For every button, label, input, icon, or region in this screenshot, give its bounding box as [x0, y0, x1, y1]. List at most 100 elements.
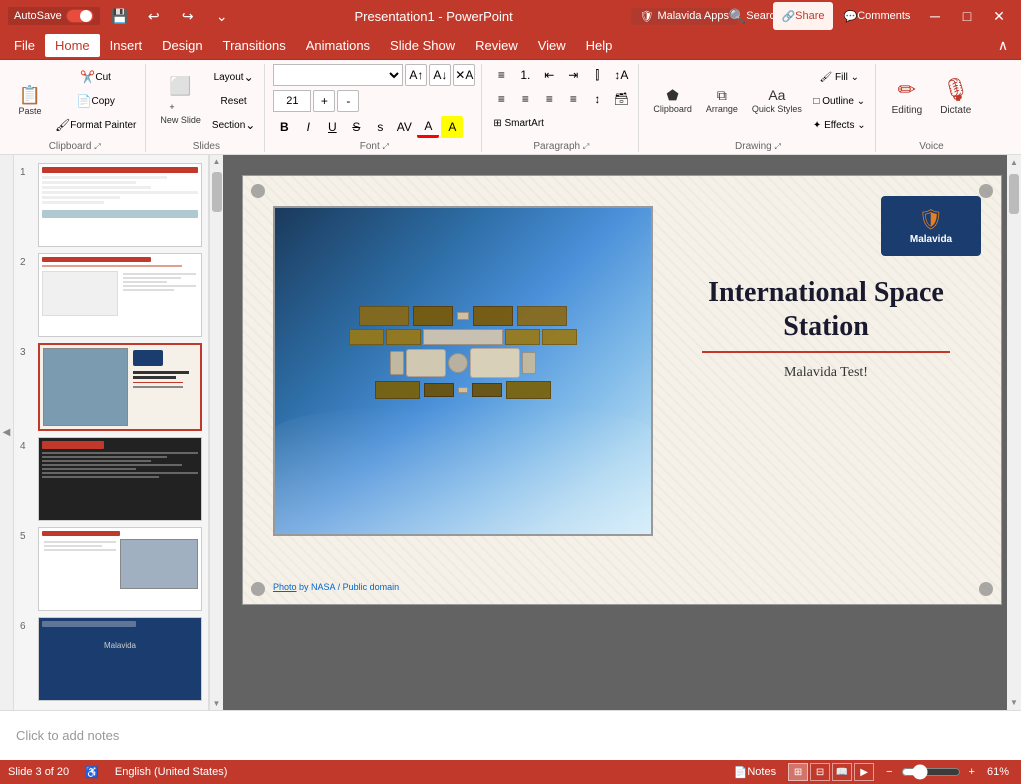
autosave-badge[interactable]: AutoSave: [8, 7, 100, 25]
autosave-toggle[interactable]: [66, 9, 94, 23]
menu-review[interactable]: Review: [465, 34, 528, 57]
editing-button[interactable]: ✏ Editing: [884, 73, 931, 130]
quick-styles-button[interactable]: Aa Quick Styles: [746, 84, 808, 118]
font-color-button[interactable]: A: [417, 116, 439, 138]
slide-thumb-4[interactable]: 4: [20, 437, 202, 521]
shapes-button[interactable]: ⬟ Clipboard: [647, 84, 698, 118]
undo-button[interactable]: ↩: [140, 2, 168, 30]
slide-preview-1: [39, 164, 201, 246]
slide-preview-2: [39, 254, 201, 336]
comments-button[interactable]: 💬 Comments: [837, 2, 917, 30]
work-scroll-up[interactable]: ▲: [1007, 155, 1021, 170]
char-spacing-button[interactable]: AV: [393, 116, 415, 138]
search-ribbon-button[interactable]: 🔍 Search: [741, 2, 769, 30]
panel-scroll-down[interactable]: ▼: [211, 697, 223, 710]
font-size-down-button[interactable]: -: [337, 90, 359, 112]
reading-view-button[interactable]: 📖: [832, 763, 852, 781]
shadow-button[interactable]: s: [369, 116, 391, 138]
slideshow-button[interactable]: ▶: [854, 763, 874, 781]
slide-thumb-5[interactable]: 5: [20, 527, 202, 611]
panel-collapse-button[interactable]: ◀: [0, 155, 14, 710]
font-family-select[interactable]: [273, 64, 403, 86]
increase-font-size-button[interactable]: A↑: [405, 64, 427, 86]
decrease-indent-button[interactable]: ⇤: [538, 64, 560, 86]
slide-title[interactable]: International Space Station: [671, 276, 981, 343]
justify-button[interactable]: ≡: [562, 88, 584, 110]
font-size-up-button[interactable]: +: [313, 90, 335, 112]
paste-button[interactable]: 📋 Paste: [10, 82, 50, 120]
text-highlight-button[interactable]: A: [441, 116, 463, 138]
menu-animations[interactable]: Animations: [296, 34, 380, 57]
menu-view[interactable]: View: [528, 34, 576, 57]
zoom-level-button[interactable]: 61%: [983, 764, 1013, 780]
text-direction-button[interactable]: ↕A: [610, 64, 632, 86]
minimize-button[interactable]: ─: [921, 2, 949, 30]
slide-sorter-button[interactable]: ⊟: [810, 763, 830, 781]
bullets-button[interactable]: ≡: [490, 64, 512, 86]
panel-scroll-up[interactable]: ▲: [211, 155, 223, 168]
new-slide-button[interactable]: ⬜+ New Slide: [154, 73, 207, 129]
format-painter-button[interactable]: 🖌 Format Painter: [52, 114, 139, 136]
cut-button[interactable]: ✂️ Cut: [52, 66, 139, 88]
section-button[interactable]: Section ⌄: [209, 114, 258, 136]
menu-file[interactable]: File: [4, 34, 45, 57]
work-scroll-down[interactable]: ▼: [1007, 695, 1021, 710]
restore-button[interactable]: □: [953, 2, 981, 30]
increase-indent-button[interactable]: ⇥: [562, 64, 584, 86]
align-center-button[interactable]: ≡: [514, 88, 536, 110]
dictate-button[interactable]: 🎙 Dictate: [932, 73, 979, 130]
slide-subtitle[interactable]: Malavida Test!: [671, 365, 981, 381]
decrease-font-size-button[interactable]: A↓: [429, 64, 451, 86]
ribbon-collapse-button[interactable]: ∧: [989, 32, 1017, 60]
work-scroll-thumb[interactable]: [1009, 174, 1019, 214]
zoom-out-button[interactable]: −: [882, 764, 896, 780]
shape-outline-button[interactable]: □ Outline ⌄: [810, 90, 869, 112]
shape-effects-button[interactable]: ✦ Effects ⌄: [810, 114, 869, 136]
align-left-button[interactable]: ≡: [490, 88, 512, 110]
redo-button[interactable]: ↪: [174, 2, 202, 30]
strikethrough-button[interactable]: S: [345, 116, 367, 138]
slide-thumb-1[interactable]: 1: [20, 163, 202, 247]
menu-help[interactable]: Help: [576, 34, 623, 57]
slide-thumb-3[interactable]: 3: [20, 343, 202, 431]
copy-button[interactable]: 📄 Copy: [52, 90, 139, 112]
malavida-badge-icon: 🛡: [639, 10, 653, 23]
font-size-input[interactable]: [273, 90, 311, 112]
shape-fill-button[interactable]: 🖌 Fill ⌄: [810, 66, 869, 88]
share-button[interactable]: 🔗 Share: [773, 2, 833, 30]
text-columns-button[interactable]: ⫿: [586, 64, 608, 86]
menu-home[interactable]: Home: [45, 34, 100, 57]
menu-design[interactable]: Design: [152, 34, 212, 57]
zoom-slider[interactable]: [901, 764, 961, 780]
arrange-button[interactable]: ⧉ Arrange: [700, 84, 744, 118]
clear-formatting-button[interactable]: ✕A: [453, 64, 475, 86]
normal-view-button[interactable]: ⊞: [788, 763, 808, 781]
notes-button[interactable]: 📄 Notes: [730, 764, 780, 781]
slide-thumb-2[interactable]: 2: [20, 253, 202, 337]
convert-to-smartart-button[interactable]: ⊞ SmartArt: [490, 112, 547, 134]
reset-button[interactable]: Reset: [209, 90, 258, 112]
menu-insert[interactable]: Insert: [100, 34, 153, 57]
line-spacing-button[interactable]: ↕: [586, 88, 608, 110]
customize-qat-button[interactable]: ⌄: [208, 2, 236, 30]
accessibility-button[interactable]: ♿: [81, 764, 103, 781]
zoom-in-button[interactable]: +: [965, 764, 979, 780]
menu-transitions[interactable]: Transitions: [213, 34, 296, 57]
panel-scroll-thumb[interactable]: [212, 172, 222, 212]
numbering-button[interactable]: 1.: [514, 64, 536, 86]
slide-thumb-6[interactable]: 6 Malavida: [20, 617, 202, 701]
menu-slideshow[interactable]: Slide Show: [380, 34, 465, 57]
bold-button[interactable]: B: [273, 116, 295, 138]
notes-area[interactable]: Click to add notes: [0, 710, 1021, 760]
layout-button[interactable]: Layout ⌄: [209, 66, 258, 88]
align-right-button[interactable]: ≡: [538, 88, 560, 110]
save-button[interactable]: 💾: [106, 2, 134, 30]
italic-button[interactable]: I: [297, 116, 319, 138]
close-button[interactable]: ✕: [985, 2, 1013, 30]
slides-secondary: Layout ⌄ Reset Section ⌄: [209, 66, 258, 136]
underline-button[interactable]: U: [321, 116, 343, 138]
smart-art-button[interactable]: 🗃: [610, 88, 632, 110]
dictate-icon: 🎙: [942, 77, 970, 103]
slide-canvas[interactable]: 🛡 Malavida International Space Station M…: [242, 175, 1002, 605]
photo-credit-link[interactable]: Photo: [273, 582, 297, 592]
